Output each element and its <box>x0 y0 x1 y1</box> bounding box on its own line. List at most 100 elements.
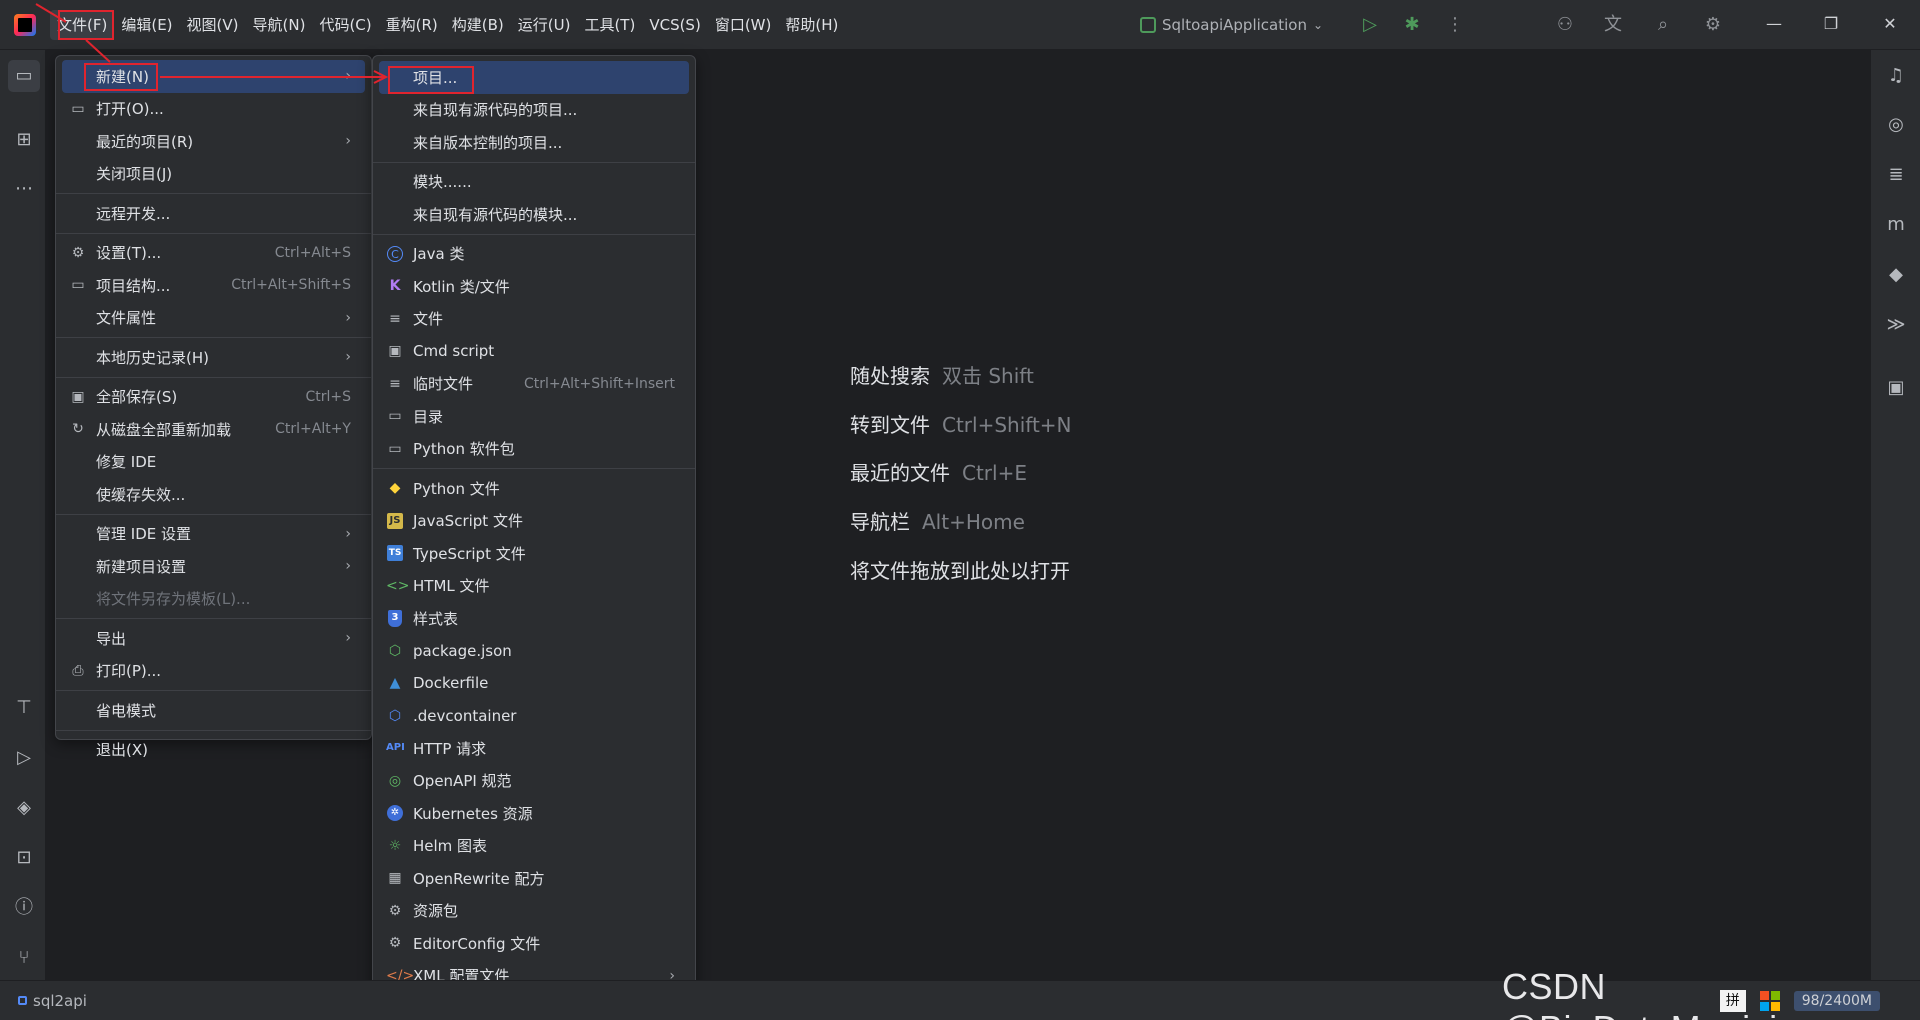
file_menu-item-2[interactable]: 最近的项目(R) › <box>62 125 365 158</box>
new_menu-item-label: Java 类 <box>413 245 465 264</box>
menu-1[interactable]: 编辑(E) <box>114 10 179 40</box>
file_menu-item-13[interactable]: ▣ 全部保存(S) Ctrl+S <box>62 381 365 414</box>
menu-separator <box>56 618 371 619</box>
file_menu-item-8[interactable]: ▭ 项目结构... Ctrl+Alt+Shift+S <box>62 269 365 302</box>
intellij-logo-icon[interactable] <box>14 13 36 36</box>
build-hammer-icon[interactable]: ⊤ <box>12 696 36 720</box>
run-configuration-selector[interactable]: SqltoapiApplication ⌄ <box>1140 10 1323 40</box>
database-icon[interactable]: ≣ <box>1884 163 1908 187</box>
menu-4[interactable]: 代码(C) <box>312 10 378 40</box>
menu-2[interactable]: 视图(V) <box>180 10 246 40</box>
menu-9[interactable]: VCS(S) <box>642 10 707 40</box>
menu-11[interactable]: 帮助(H) <box>778 10 845 40</box>
file_menu-item-19[interactable]: 新建项目设置 › <box>62 550 365 583</box>
file_menu-item-label: 文件属性 <box>96 309 157 328</box>
menu-separator <box>56 337 371 338</box>
file_menu-item-15[interactable]: 修复 IDE <box>62 446 365 479</box>
new_menu-item-17[interactable]: TS TypeScript 文件 <box>379 537 689 570</box>
settings-gear-icon[interactable]: ⚙ <box>1702 14 1724 36</box>
new_menu-item-28[interactable]: ⚙ 资源包 <box>379 895 689 928</box>
new_menu-item-9[interactable]: ≡ 文件 <box>379 303 689 336</box>
menu-6[interactable]: 构建(B) <box>445 10 511 40</box>
file_menu-item-5[interactable]: 远程开发... <box>62 197 365 230</box>
terminal-icon[interactable]: ⊡ <box>12 846 36 870</box>
new_menu-item-8[interactable]: K Kotlin 类/文件 <box>379 270 689 303</box>
add-user-icon[interactable]: ⚇ <box>1554 14 1576 36</box>
ai-assistant-icon[interactable]: ◎ <box>1884 113 1908 137</box>
new_menu-item-20[interactable]: ⬡ package.json <box>379 635 689 668</box>
run-config-icon <box>1140 17 1156 33</box>
resource-bundle-icon: ⚙ <box>388 902 402 919</box>
new_menu-item-5[interactable]: 来自现有源代码的模块... <box>379 198 689 231</box>
debug-icon[interactable]: ✱ <box>1401 14 1423 36</box>
more-tools-icon[interactable]: ⋯ <box>12 177 36 201</box>
menu-separator <box>56 513 371 515</box>
new_menu-item-18[interactable]: <> HTML 文件 <box>379 570 689 603</box>
new_menu-item-2[interactable]: 来自版本控制的项目... <box>379 126 689 159</box>
new_menu-item-24[interactable]: ◎ OpenAPI 规范 <box>379 765 689 798</box>
minimize-window-icon[interactable]: — <box>1762 12 1786 36</box>
new_menu-item-7[interactable]: C Java 类 <box>379 238 689 271</box>
status-project-widget[interactable]: sql2api <box>18 992 87 1010</box>
new_menu-item-19[interactable]: 3 样式表 <box>379 602 689 635</box>
file_menu-item-11[interactable]: 本地历史记录(H) › <box>62 341 365 374</box>
file_menu-item-3[interactable]: 关闭项目(J) <box>62 158 365 191</box>
new_menu-item-label: OpenRewrite 配方 <box>413 869 545 888</box>
file_menu-item-22[interactable]: 导出 › <box>62 622 365 655</box>
file_menu-item-23[interactable]: ⎙ 打印(P)... <box>62 655 365 688</box>
file_menu-item-27[interactable]: 退出(X) <box>62 734 365 767</box>
menu-8[interactable]: 工具(T) <box>577 10 642 40</box>
translate-icon[interactable]: 文 <box>1602 14 1624 36</box>
search-icon[interactable]: ⌕ <box>1652 14 1674 36</box>
new_menu-item-29[interactable]: ⚙ EditorConfig 文件 <box>379 927 689 960</box>
git-branch-icon[interactable]: ⑂ <box>12 946 36 970</box>
run-icon[interactable]: ▷ <box>1359 14 1381 36</box>
new_menu-item-1[interactable]: 来自现有源代码的项目... <box>379 94 689 127</box>
services-icon[interactable]: ▷ <box>12 746 36 770</box>
file_menu-item-7[interactable]: ⚙ 设置(T)... Ctrl+Alt+S <box>62 237 365 270</box>
menu-3[interactable]: 导航(N) <box>246 10 313 40</box>
structure-icon[interactable]: ⊞ <box>12 128 36 152</box>
new_menu-item-12[interactable]: ▭ 目录 <box>379 400 689 433</box>
new_menu-item-13[interactable]: ▭ Python 软件包 <box>379 433 689 466</box>
new_menu-item-26[interactable]: ☼ Helm 图表 <box>379 830 689 863</box>
new_menu-item-4[interactable]: 模块...... <box>379 166 689 199</box>
file_menu-item-14[interactable]: ↻ 从磁盘全部重新加载 Ctrl+Alt+Y <box>62 413 365 446</box>
new_menu-item-10[interactable]: ▣ Cmd script <box>379 335 689 368</box>
layers-icon[interactable]: ◈ <box>12 796 36 820</box>
problems-icon[interactable]: ⓘ <box>12 896 36 920</box>
menu-5[interactable]: 重构(R) <box>379 10 445 40</box>
file_menu-item-9[interactable]: 文件属性 › <box>62 302 365 335</box>
file_menu-item-25[interactable]: 省电模式 <box>62 694 365 727</box>
bookmarks-icon[interactable]: ▣ <box>1884 376 1908 400</box>
file_menu-item-1[interactable]: ▭ 打开(O)... <box>62 93 365 126</box>
gradle-icon[interactable]: ≫ <box>1884 313 1908 337</box>
new_menu-item-25[interactable]: ✲ Kubernetes 资源 <box>379 797 689 830</box>
python-console-icon[interactable]: ◆ <box>1884 263 1908 287</box>
menu-7[interactable]: 运行(U) <box>511 10 578 40</box>
file_menu-item-18[interactable]: 管理 IDE 设置 › <box>62 518 365 551</box>
new_menu-item-21[interactable]: ▲ Dockerfile <box>379 667 689 700</box>
notifications-bell-icon[interactable]: ♫ <box>1884 64 1908 88</box>
menu-10[interactable]: 窗口(W) <box>708 10 779 40</box>
new_menu-item-16[interactable]: JS JavaScript 文件 <box>379 505 689 538</box>
more-actions-icon[interactable]: ⋮ <box>1444 14 1466 36</box>
new_menu-item-label: HTTP 请求 <box>413 739 487 758</box>
file_menu-item-16[interactable]: 使缓存失效... <box>62 478 365 511</box>
file_menu-item-label: 新建项目设置 <box>96 557 187 576</box>
welcome-hint: 随处搜索 双击 Shift <box>850 360 1072 409</box>
javascript-icon: JS <box>387 512 403 529</box>
welcome-hint-shortcut: 双击 Shift <box>942 364 1034 388</box>
project-folder-icon[interactable]: ▭ <box>8 60 40 92</box>
new_menu-item-15[interactable]: ◆ Python 文件 <box>379 472 689 505</box>
new_menu-item-27[interactable]: ▦ OpenRewrite 配方 <box>379 862 689 895</box>
file_menu-item-shortcut: Ctrl+Alt+Shift+S <box>231 277 351 294</box>
new_menu-item-22[interactable]: ⬡ .devcontainer <box>379 700 689 733</box>
file_menu-item-label: 远程开发... <box>96 204 171 223</box>
new_menu-item-23[interactable]: API HTTP 请求 <box>379 732 689 765</box>
new_menu-item-11[interactable]: ≡ 临时文件 Ctrl+Alt+Shift+Insert <box>379 368 689 401</box>
close-window-icon[interactable]: ✕ <box>1878 12 1902 36</box>
project-structure-icon: ▭ <box>71 277 85 293</box>
restore-window-icon[interactable]: ❐ <box>1819 12 1843 36</box>
maven-icon[interactable]: m <box>1884 213 1908 237</box>
